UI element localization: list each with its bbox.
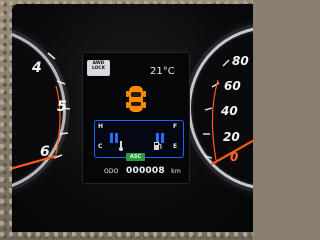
coolant-cold-label: C <box>98 143 103 150</box>
speedometer-orange-arc <box>211 79 219 161</box>
thermometer-icon <box>119 141 123 151</box>
fuel-empty-label: E <box>173 143 178 150</box>
tachometer-number-5: 5 <box>57 99 67 115</box>
speedometer-number-20: 20 <box>223 130 240 144</box>
coolant-level-bar-1 <box>110 133 113 143</box>
asc-indicator: ASC <box>126 153 145 161</box>
awd-lock-indicator: AWD LOCK <box>87 60 110 76</box>
tachometer-number-4: 4 <box>32 60 42 76</box>
coolant-high-label: H <box>98 123 104 130</box>
fuel-full-label: F <box>173 123 178 130</box>
tachometer-orange-arc <box>55 85 61 155</box>
speedometer-number-60: 60 <box>224 79 241 93</box>
speedometer-number-40: 40 <box>221 104 238 118</box>
tachometer-number-6: 6 <box>40 144 50 160</box>
odometer-unit: km <box>171 168 181 175</box>
speedometer-number-80: 80 <box>232 54 249 68</box>
speedometer-number-0: 0 <box>230 150 239 164</box>
odometer-label: ODO <box>104 168 119 175</box>
odometer-value: 000008 <box>126 166 165 176</box>
odometer-readout: ODO 000008 km <box>104 166 181 176</box>
outside-temperature: 21°C <box>150 66 175 77</box>
fuel-pump-icon <box>154 142 162 150</box>
car-top-view-icon <box>126 86 146 112</box>
